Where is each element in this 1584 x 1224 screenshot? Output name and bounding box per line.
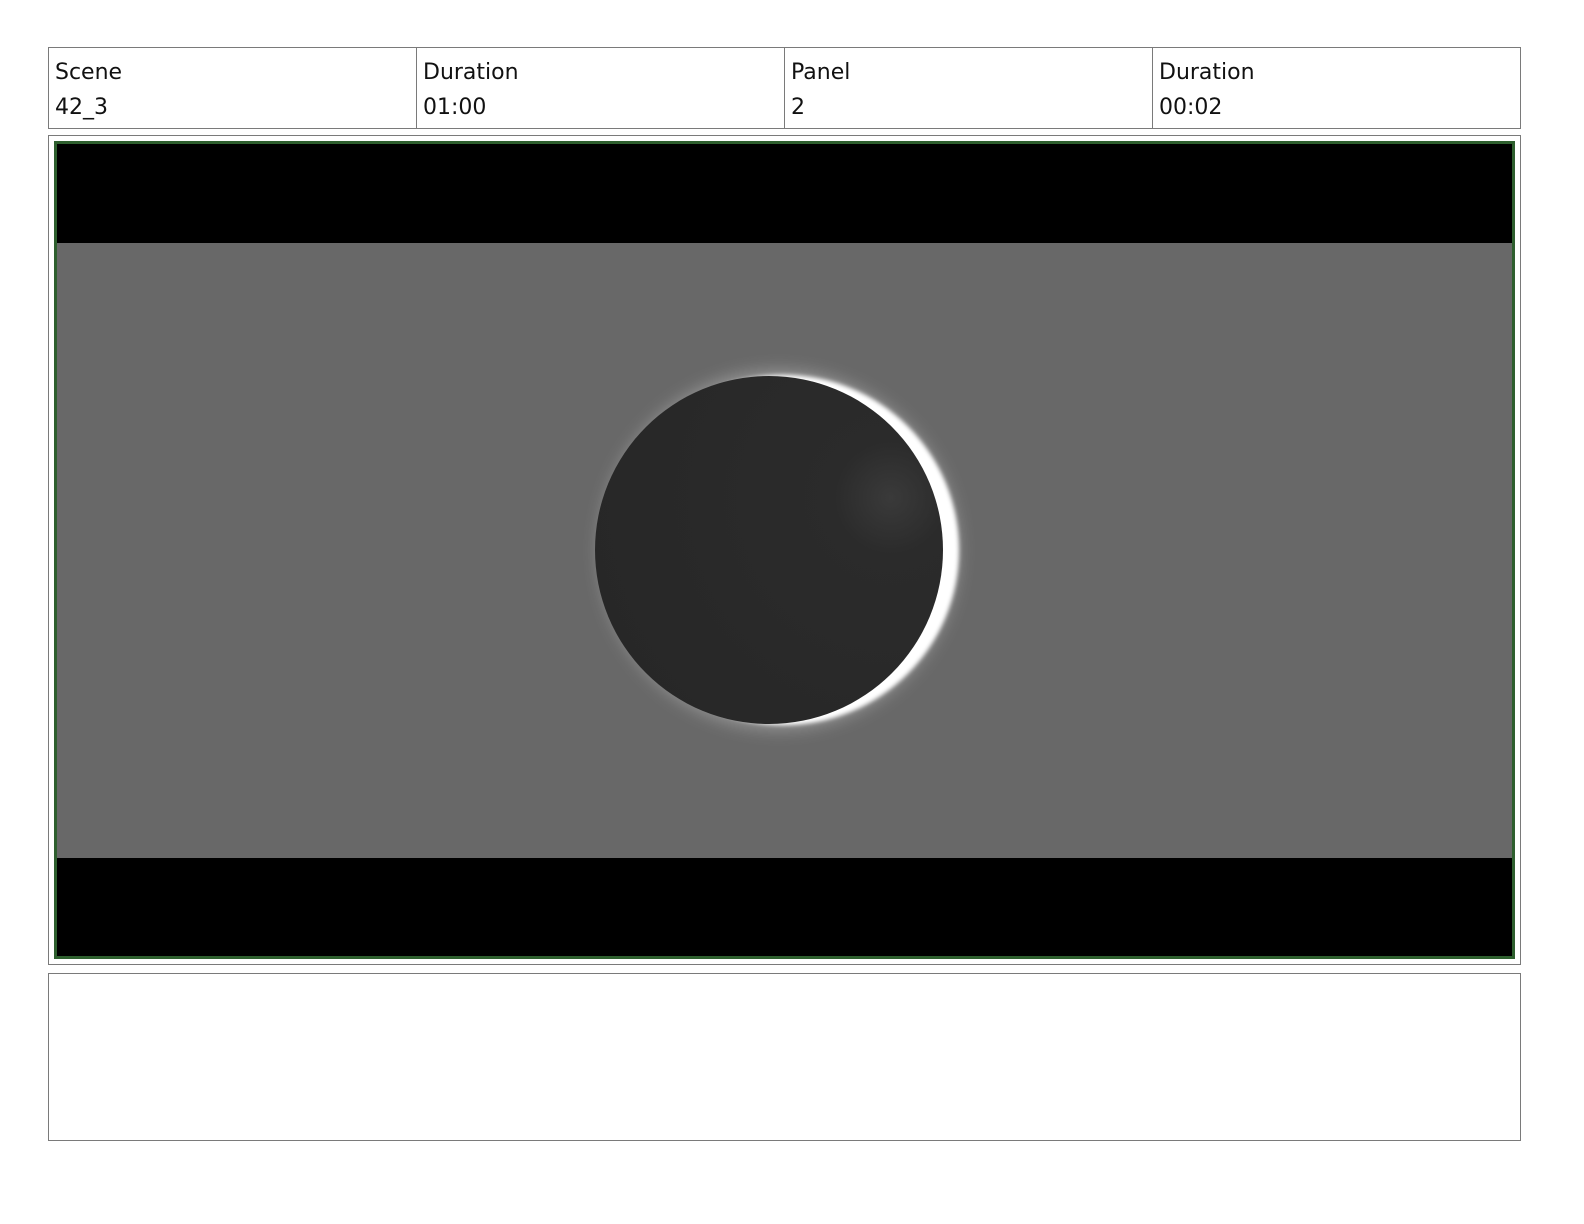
panel-duration-cell: Duration 00:02 — [1153, 48, 1520, 128]
panel-duration-value: 00:02 — [1159, 95, 1223, 120]
moon-disc — [595, 376, 943, 724]
panel-value: 2 — [791, 95, 805, 120]
scene-duration-cell: Duration 01:00 — [417, 48, 785, 128]
scene-label: Scene — [55, 60, 123, 85]
panel-duration-label: Duration — [1159, 60, 1255, 85]
panel-label: Panel — [791, 60, 851, 85]
scene-duration-label: Duration — [423, 60, 519, 85]
eclipse-illustration — [57, 144, 1512, 956]
letterbox-bottom — [57, 858, 1512, 956]
panel-info-header: Scene 42_3 Duration 01:00 Panel 2 Durati… — [48, 47, 1521, 129]
letterbox-top — [57, 144, 1512, 243]
panel-cell: Panel 2 — [785, 48, 1153, 128]
scene-duration-value: 01:00 — [423, 95, 487, 120]
scene-cell: Scene 42_3 — [49, 48, 417, 128]
storyboard-panel-frame — [48, 135, 1521, 965]
panel-notes-box — [48, 973, 1521, 1141]
storyboard-panel-image — [54, 141, 1515, 959]
scene-value: 42_3 — [55, 95, 108, 120]
